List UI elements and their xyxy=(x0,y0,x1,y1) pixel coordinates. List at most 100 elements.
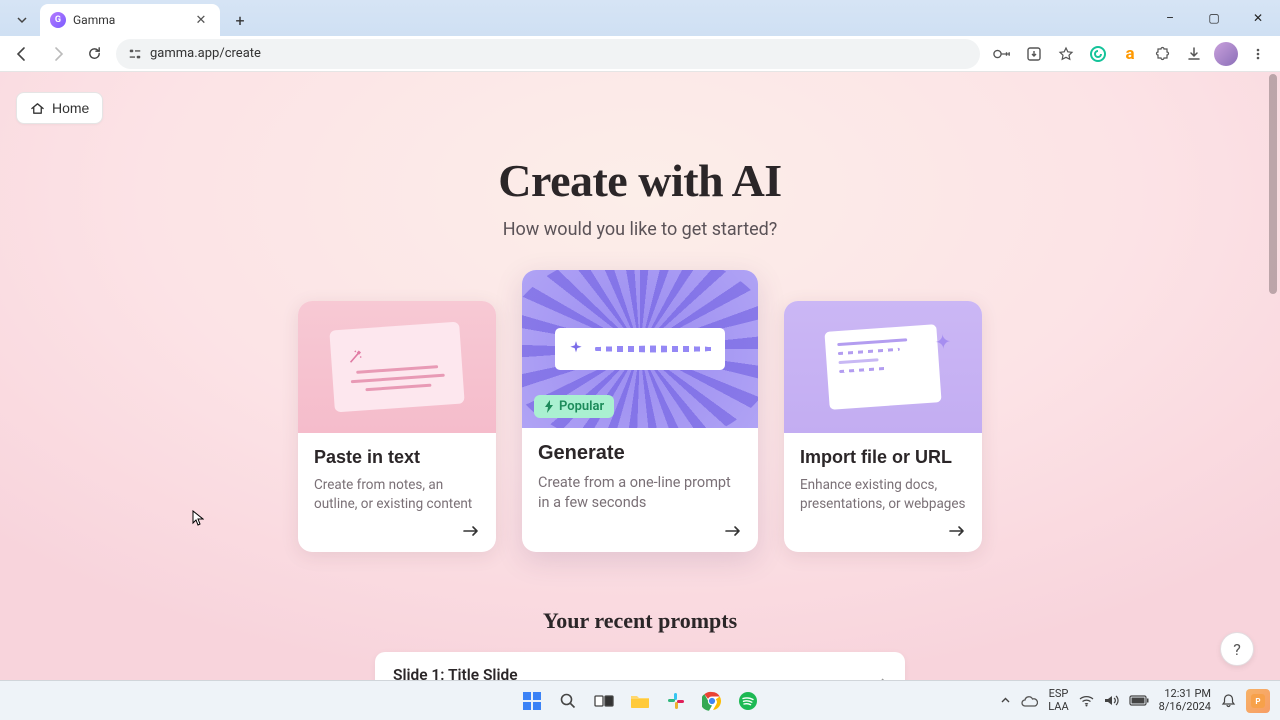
card-generate[interactable]: Popular Generate Create from a one-line … xyxy=(522,270,758,552)
page-subtitle: How would you like to get started? xyxy=(0,219,1280,240)
windows-taskbar: ESP LAA 12:31 PM 8/16/2024 P xyxy=(0,680,1280,720)
browser-titlebar: G Gamma ✕ + – ▢ ✕ xyxy=(0,0,1280,36)
toolbar-actions: a xyxy=(988,40,1272,68)
hero: Create with AI How would you like to get… xyxy=(0,72,1280,240)
reload-button[interactable] xyxy=(80,40,108,68)
tray-onedrive-icon[interactable] xyxy=(1021,695,1038,707)
slack-icon xyxy=(667,692,685,710)
password-key-icon[interactable] xyxy=(988,40,1016,68)
tab-close-button[interactable]: ✕ xyxy=(192,11,210,29)
card-import-file[interactable]: ✦ Import file or URL Enhance existing do… xyxy=(784,301,982,552)
card-paste-text[interactable]: Paste in text Create from notes, an outl… xyxy=(298,301,496,552)
tab-strip: G Gamma ✕ + xyxy=(8,0,254,36)
arrow-right-icon xyxy=(948,524,966,538)
card-desc: Enhance existing docs, presentations, or… xyxy=(800,476,966,514)
card-generate-illustration: Popular xyxy=(522,270,758,428)
windows-icon xyxy=(522,691,542,711)
arrow-right-icon xyxy=(724,524,742,538)
arrow-right-icon xyxy=(462,524,480,538)
taskbar-explorer[interactable] xyxy=(625,686,655,716)
badge-label: Popular xyxy=(559,399,604,414)
folder-icon xyxy=(630,693,650,709)
address-bar[interactable]: gamma.app/create xyxy=(116,39,980,69)
tab-search-dropdown[interactable] xyxy=(8,6,36,34)
card-desc: Create from notes, an outline, or existi… xyxy=(314,476,480,514)
search-icon xyxy=(559,692,577,710)
lang-primary: ESP xyxy=(1048,688,1068,700)
tray-language[interactable]: ESP LAA xyxy=(1048,688,1068,712)
site-settings-icon xyxy=(128,47,142,61)
tray-notifications-icon[interactable] xyxy=(1221,693,1236,708)
page-title: Create with AI xyxy=(0,154,1280,207)
window-controls: – ▢ ✕ xyxy=(1148,0,1280,36)
home-icon xyxy=(30,101,45,116)
home-label: Home xyxy=(52,100,89,116)
start-button[interactable] xyxy=(517,686,547,716)
taskbar-pinned-apps xyxy=(517,686,763,716)
vertical-scrollbar[interactable] xyxy=(1268,72,1278,680)
extension-amazon-icon[interactable]: a xyxy=(1116,40,1144,68)
back-button[interactable] xyxy=(8,40,36,68)
taskbar-chrome[interactable] xyxy=(697,686,727,716)
card-paste-illustration xyxy=(298,301,496,433)
downloads-icon[interactable] xyxy=(1180,40,1208,68)
url-text: gamma.app/create xyxy=(150,46,261,61)
card-title: Import file or URL xyxy=(800,447,966,468)
option-cards-row: Paste in text Create from notes, an outl… xyxy=(0,270,1280,552)
install-app-icon[interactable] xyxy=(1020,40,1048,68)
window-minimize-button[interactable]: – xyxy=(1148,0,1192,36)
magic-wand-icon xyxy=(347,348,364,365)
bookmark-star-icon[interactable] xyxy=(1052,40,1080,68)
card-desc: Create from a one-line prompt in a few s… xyxy=(538,473,742,514)
extension-grammarly-icon[interactable] xyxy=(1084,40,1112,68)
chevron-down-icon xyxy=(16,14,28,26)
taskview-icon xyxy=(594,693,614,709)
chrome-icon xyxy=(702,691,722,711)
sparkle-icon xyxy=(567,340,585,358)
extensions-puzzle-icon[interactable] xyxy=(1148,40,1176,68)
forward-button[interactable] xyxy=(44,40,72,68)
card-import-illustration: ✦ xyxy=(784,301,982,433)
tray-copilot-icon[interactable]: P xyxy=(1246,689,1270,713)
help-button[interactable]: ? xyxy=(1220,632,1254,666)
page-viewport: Home Create with AI How would you like t… xyxy=(0,72,1280,680)
svg-text:P: P xyxy=(1255,697,1260,706)
window-close-button[interactable]: ✕ xyxy=(1236,0,1280,36)
new-tab-button[interactable]: + xyxy=(226,6,254,34)
taskbar-taskview[interactable] xyxy=(589,686,619,716)
arrow-left-icon xyxy=(14,46,30,62)
tray-overflow-chevron-icon[interactable] xyxy=(1000,695,1011,706)
taskbar-spotify[interactable] xyxy=(733,686,763,716)
taskbar-slack[interactable] xyxy=(661,686,691,716)
popular-badge: Popular xyxy=(534,395,614,418)
browser-menu-button[interactable] xyxy=(1244,40,1272,68)
browser-tab-active[interactable]: G Gamma ✕ xyxy=(40,4,220,36)
tab-title: Gamma xyxy=(73,13,115,27)
lang-secondary: LAA xyxy=(1048,701,1068,713)
arrow-right-icon xyxy=(50,46,66,62)
bolt-icon xyxy=(544,400,555,413)
spotify-icon xyxy=(738,691,758,711)
tray-clock[interactable]: 12:31 PM 8/16/2024 xyxy=(1159,688,1211,712)
taskbar-system-tray: ESP LAA 12:31 PM 8/16/2024 P xyxy=(1000,688,1270,712)
clock-time: 12:31 PM xyxy=(1159,688,1211,700)
reload-icon xyxy=(87,46,102,61)
home-button[interactable]: Home xyxy=(16,92,103,124)
recent-prompt-card[interactable]: Slide 1: Title Slide Paste text · 7 minu… xyxy=(375,652,905,680)
recent-prompts-heading: Your recent prompts xyxy=(0,608,1280,634)
card-title: Paste in text xyxy=(314,447,480,468)
card-title: Generate xyxy=(538,442,742,465)
taskbar-search[interactable] xyxy=(553,686,583,716)
tray-volume-icon[interactable] xyxy=(1104,694,1119,707)
sparkle-icon: ✦ xyxy=(934,329,952,354)
profile-avatar[interactable] xyxy=(1212,40,1240,68)
browser-toolbar: gamma.app/create a xyxy=(0,36,1280,72)
tray-battery-icon[interactable] xyxy=(1129,695,1149,706)
window-maximize-button[interactable]: ▢ xyxy=(1192,0,1236,36)
clock-date: 8/16/2024 xyxy=(1159,701,1211,713)
recent-title: Slide 1: Title Slide xyxy=(393,666,887,680)
help-label: ? xyxy=(1233,640,1241,659)
gamma-favicon-icon: G xyxy=(50,12,66,28)
scrollbar-thumb[interactable] xyxy=(1269,74,1277,294)
tray-wifi-icon[interactable] xyxy=(1079,695,1094,707)
